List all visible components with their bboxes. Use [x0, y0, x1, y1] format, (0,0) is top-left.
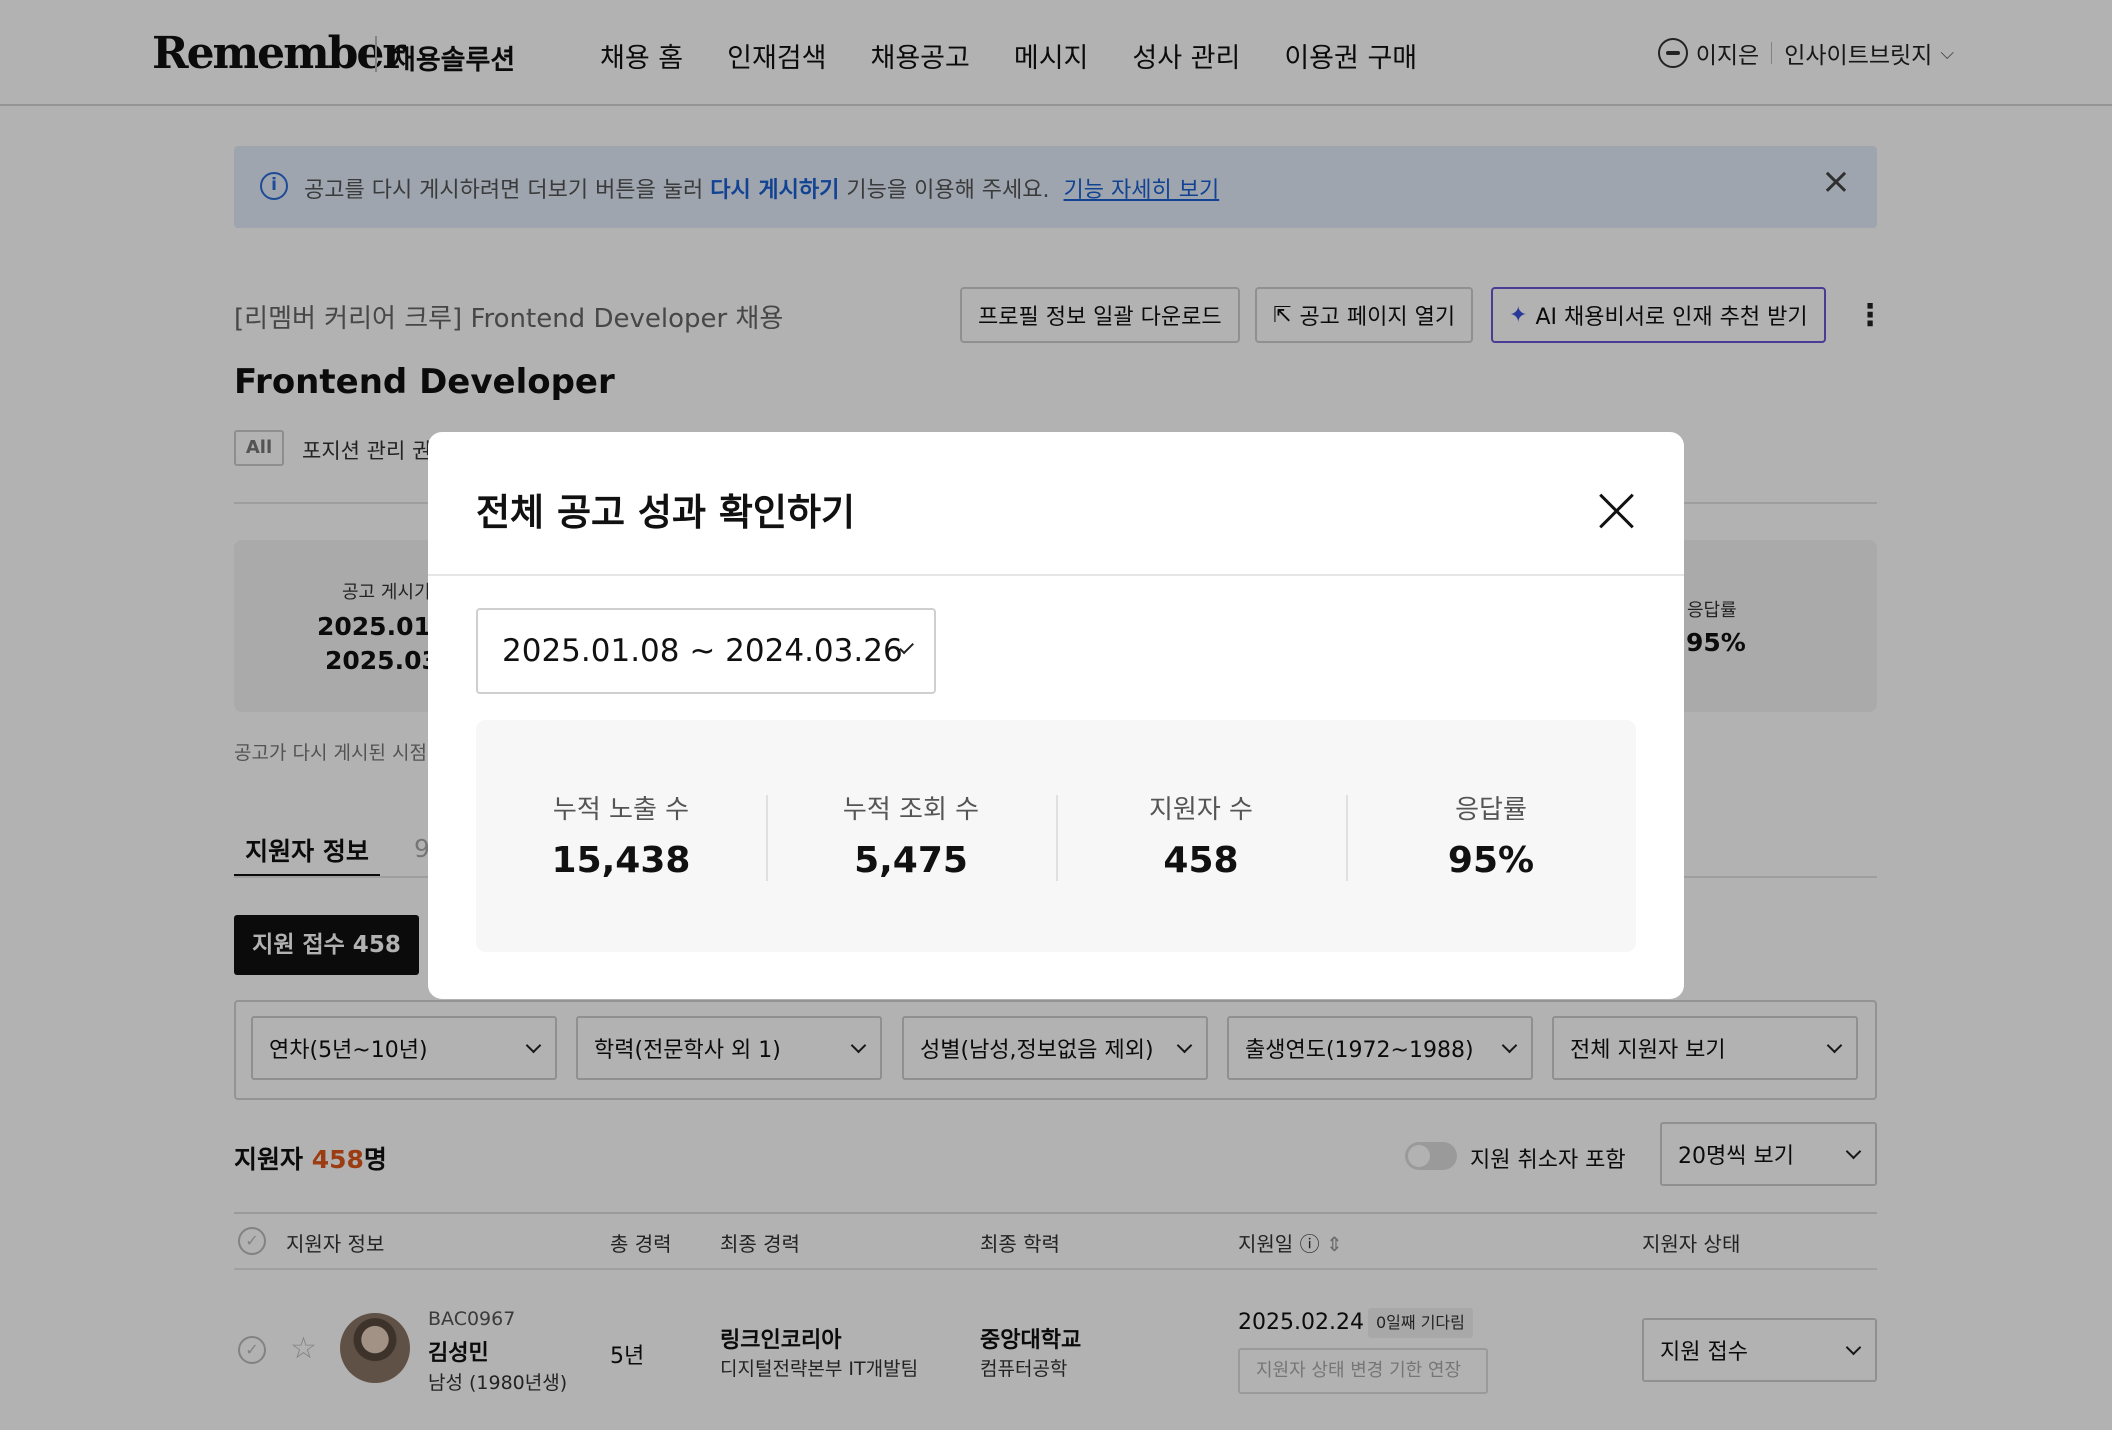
close-icon[interactable] [1598, 492, 1634, 528]
divider [428, 574, 1684, 576]
date-range-select[interactable]: 2025.01.08 ~ 2024.03.26 [476, 608, 936, 694]
stat-response-rate: 응답률 95% [1346, 791, 1636, 881]
stat-impressions: 누적 노출 수 15,438 [551, 795, 691, 881]
modal-title: 전체 공고 성과 확인하기 [476, 491, 856, 534]
stat-views: 누적 조회 수 5,475 [766, 791, 1056, 881]
performance-stats: 누적 노출 수 15,438 누적 조회 수 5,475 지원자 수 458 응… [476, 720, 1636, 952]
stat-applicants: 지원자 수 458 [1056, 791, 1346, 881]
performance-modal: 전체 공고 성과 확인하기 2025.01.08 ~ 2024.03.26 누적… [428, 432, 1684, 999]
